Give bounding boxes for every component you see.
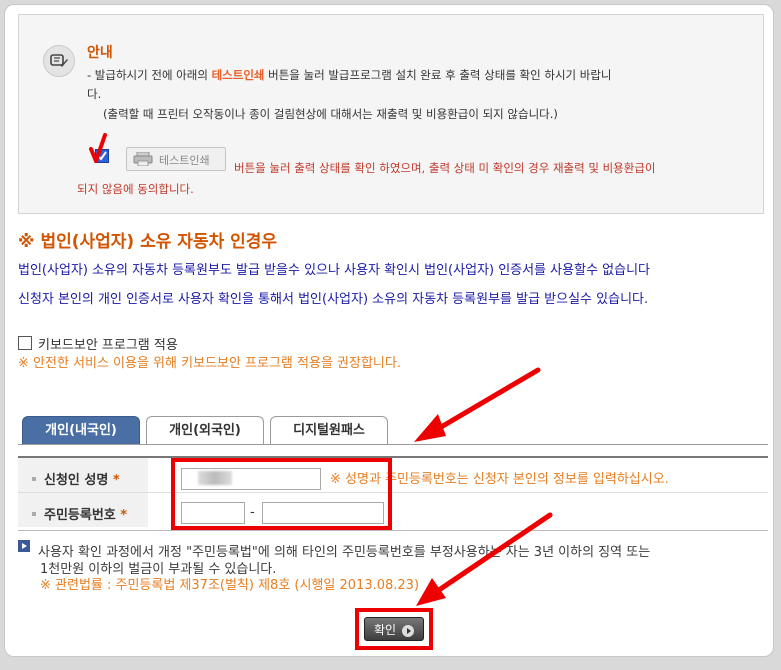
annotation-arrows (414, 367, 553, 606)
arrow-to-confirm-icon (416, 512, 553, 606)
arrow-to-tabs-icon (414, 367, 541, 442)
